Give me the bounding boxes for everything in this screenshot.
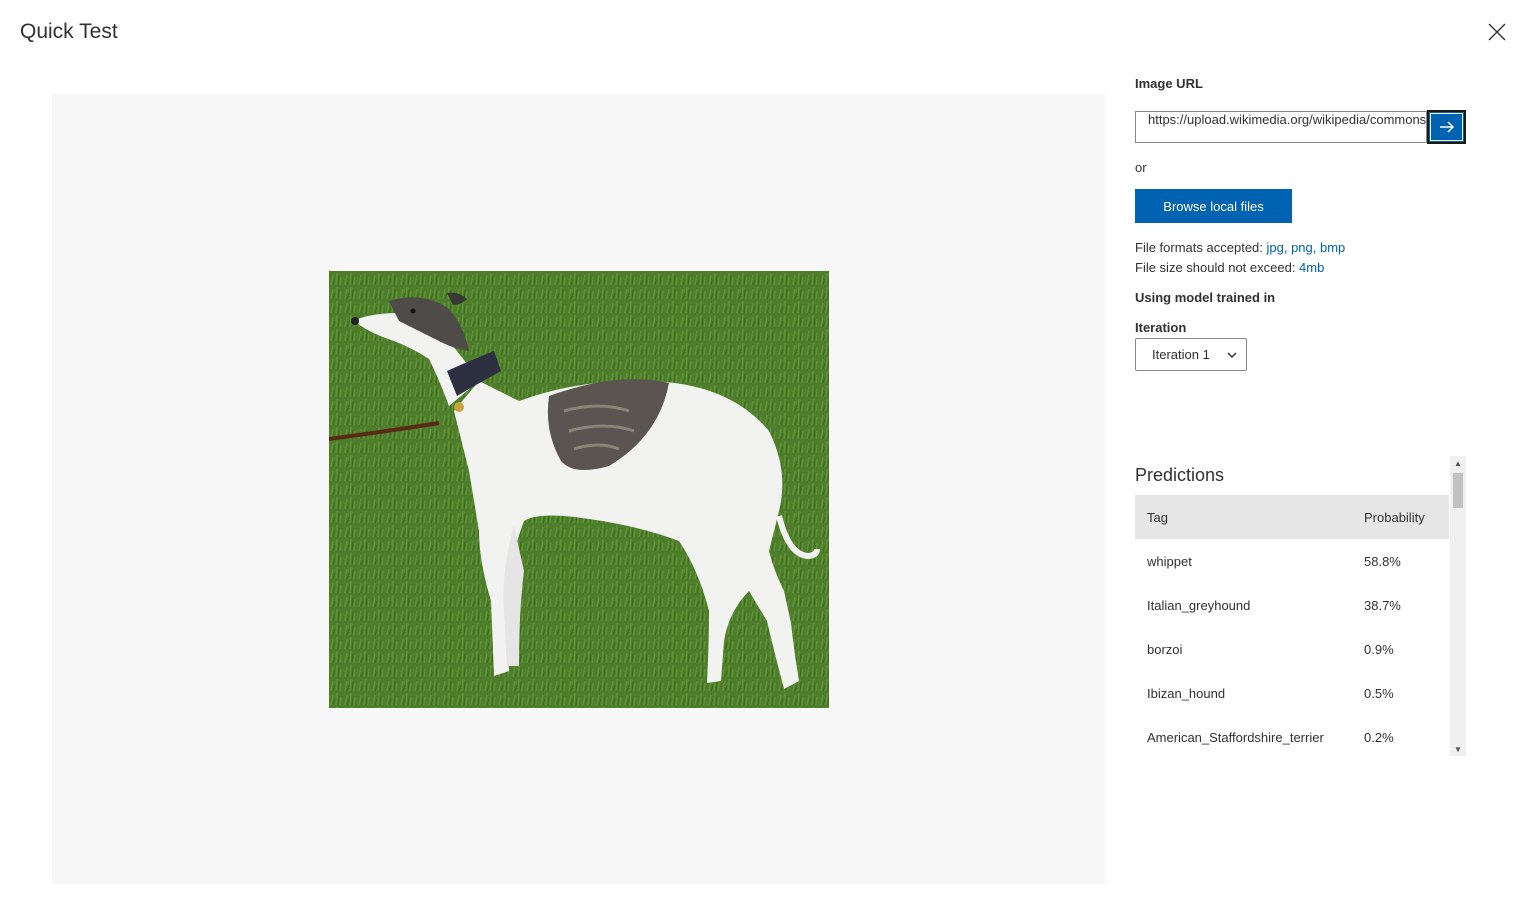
table-row: American_Staffordshire_terrier 0.2% [1135,715,1449,759]
dog-image [329,271,829,708]
table-row: borzoi 0.9% [1135,627,1449,671]
close-button[interactable] [1483,18,1511,46]
browse-local-files-button[interactable]: Browse local files [1135,189,1292,223]
file-formats-types: jpg, png, bmp [1266,240,1346,255]
scroll-up-arrow-icon[interactable]: ▲ [1450,456,1466,470]
prediction-probability: 38.7% [1364,597,1401,613]
or-text: or [1135,160,1147,175]
table-row: Ibizan_hound 0.5% [1135,671,1449,715]
scroll-down-arrow-icon[interactable]: ▼ [1450,742,1466,756]
image-preview-panel [52,94,1105,884]
prediction-tag: Ibizan_hound [1147,685,1226,701]
predictions-title: Predictions [1135,465,1225,485]
file-formats-info: File formats accepted: jpg, png, bmp Fil… [1135,238,1345,278]
prediction-probability: 0.9% [1364,641,1394,657]
preview-image [329,271,829,708]
prediction-probability: 0.2% [1364,729,1394,745]
column-header-tag: Tag [1147,509,1168,525]
file-formats-line: File formats accepted: jpg, png, bmp [1135,238,1345,258]
prediction-probability: 0.5% [1364,685,1394,701]
prediction-tag: whippet [1147,553,1192,569]
predictions-table: Tag Probability whippet 58.8% Italian_gr… [1135,495,1449,759]
image-url-label: Image URL [1135,76,1203,91]
image-url-submit-button[interactable] [1427,110,1466,144]
file-size-limit: 4mb [1299,260,1325,275]
table-row: Italian_greyhound 38.7% [1135,583,1449,627]
predictions-table-header: Tag Probability [1135,495,1449,539]
file-formats-prefix: File formats accepted: [1135,240,1267,255]
column-header-probability: Probability [1364,509,1425,525]
file-size-line: File size should not exceed: 4mb [1135,258,1345,278]
file-size-prefix: File size should not exceed: [1135,260,1300,275]
side-panel: Image URL https://upload.wikimedia.org/w… [1135,0,1475,918]
prediction-tag: Italian_greyhound [1147,597,1251,613]
prediction-probability: 58.8% [1364,553,1401,569]
table-row: whippet 58.8% [1135,539,1449,583]
close-icon [1488,23,1506,41]
predictions-scrollbar[interactable]: ▲ ▼ [1450,456,1466,756]
iteration-dropdown-value: Iteration 1 [1152,347,1210,362]
iteration-dropdown[interactable]: Iteration 1 [1135,338,1247,371]
arrow-right-icon [1439,121,1454,133]
dialog-title: Quick Test [20,20,118,43]
model-label: Using model trained in [1135,290,1276,305]
iteration-label: Iteration [1135,320,1187,335]
quick-test-dialog: Quick Test Image URL https://upload.wiki… [0,0,1519,918]
prediction-tag: American_Staffordshire_terrier [1147,729,1324,745]
image-url-input[interactable]: https://upload.wikimedia.org/wikipedia/c… [1135,111,1427,143]
prediction-tag: borzoi [1147,641,1183,657]
scroll-thumb[interactable] [1453,473,1463,508]
chevron-down-icon [1227,352,1237,359]
